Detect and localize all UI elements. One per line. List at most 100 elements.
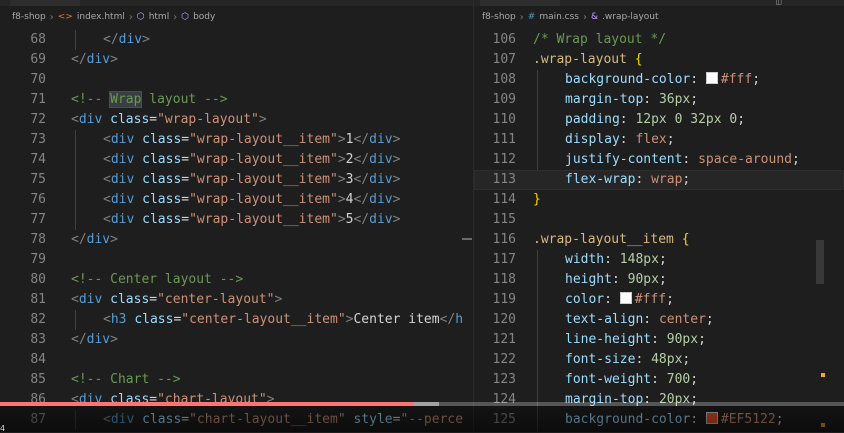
- line-number: 121: [492, 332, 516, 347]
- line-number: 79: [30, 252, 46, 267]
- code-token: :: [643, 312, 659, 327]
- code-token: div: [110, 132, 135, 147]
- code-line[interactable]: 107 .wrap-layout {: [474, 50, 844, 70]
- code-token: width: [565, 252, 605, 267]
- code-line[interactable]: 68 </div>: [0, 30, 473, 50]
- code-token: :: [635, 172, 652, 187]
- code-line[interactable]: 84: [0, 350, 473, 370]
- code-token: >: [337, 132, 346, 147]
- code-line[interactable]: 71 <!-- Wrap layout -->: [0, 90, 473, 110]
- code-line[interactable]: 114}: [474, 190, 844, 210]
- code-text: </div>: [71, 30, 150, 50]
- code-line[interactable]: 115: [474, 210, 844, 230]
- code-token: >: [392, 152, 401, 167]
- code-line[interactable]: 106 /* Wrap layout */: [474, 30, 844, 50]
- code-line[interactable]: 82 <h3 class="center-layout__item">Center…: [0, 310, 473, 330]
- code-line[interactable]: 113 flex-wrap: wrap;: [474, 170, 844, 190]
- line-number: 113: [492, 172, 516, 187]
- code-line[interactable]: 69 </div>: [0, 50, 473, 70]
- html-file-icon: <>: [57, 12, 73, 22]
- editor-pane-main-css[interactable]: ◫ f8-shop › # main.css › & .wrap-layout …: [474, 0, 844, 432]
- breadcrumb-selector[interactable]: .wrap-layout: [602, 12, 658, 22]
- code-token: line-height: [565, 332, 652, 347]
- element-symbol-icon: ⬡: [181, 12, 190, 22]
- code-token: {: [634, 52, 643, 67]
- code-token: <!-- Center layout -->: [71, 272, 244, 287]
- code-line[interactable]: 75 <div class="wrap-layout__item">3</div>: [0, 170, 473, 190]
- code-token: }: [533, 192, 541, 207]
- code-token: div: [86, 232, 111, 247]
- breadcrumb-folder[interactable]: f8-shop: [482, 12, 516, 22]
- code-line[interactable]: 76 <div class="wrap-layout__item">4</div>: [0, 190, 473, 210]
- code-line[interactable]: 109 margin-top: 36px;: [474, 90, 844, 110]
- code-line[interactable]: 78 </div>: [0, 230, 473, 250]
- code-line[interactable]: 73 <div class="wrap-layout__item">1</div>: [0, 130, 473, 150]
- line-number: 84: [30, 352, 46, 367]
- scroll-marker: [821, 373, 825, 377]
- code-line[interactable]: 117 width: 148px;: [474, 250, 844, 270]
- code-token: 700: [666, 372, 691, 387]
- code-line[interactable]: 72 <div class="wrap-layout">: [0, 110, 473, 130]
- code-line[interactable]: 123 font-weight: 700;: [474, 370, 844, 390]
- code-token: div: [78, 112, 103, 127]
- code-line[interactable]: 77 <div class="wrap-layout__item">5</div>: [0, 210, 473, 230]
- code-token: "center-layout": [157, 292, 275, 307]
- code-token: h: [455, 312, 464, 327]
- chevron-right-icon: ›: [583, 11, 587, 23]
- code-token: ;: [666, 292, 674, 307]
- code-line[interactable]: 111 display: flex;: [474, 130, 844, 150]
- code-line[interactable]: 122 font-size: 48px;: [474, 350, 844, 370]
- editor-pane-index-html[interactable]: f8-shop › <> index.html › ⬡ html › ⬡ bod…: [0, 0, 473, 432]
- breadcrumb-folder[interactable]: f8-shop: [12, 12, 46, 22]
- code-line[interactable]: 121 line-height: 90px;: [474, 330, 844, 350]
- breadcrumb-file[interactable]: main.css: [539, 12, 579, 22]
- code-token: "wrap-layout__item": [189, 192, 338, 207]
- code-token: div: [86, 332, 111, 347]
- color-swatch-icon[interactable]: [705, 72, 718, 84]
- code-line[interactable]: 81 <div class="center-layout">: [0, 290, 473, 310]
- code-token: >: [392, 132, 401, 147]
- code-line[interactable]: 116 .wrap-layout__item {: [474, 230, 844, 250]
- code-token: <!--: [71, 92, 111, 107]
- code-line[interactable]: 120 text-align: center;: [474, 310, 844, 330]
- code-token: justify-content: [565, 152, 683, 167]
- code-line[interactable]: 118 height: 90px;: [474, 270, 844, 290]
- code-token: div: [86, 52, 111, 67]
- line-number: 115: [492, 212, 516, 227]
- code-line[interactable]: 110 padding: 12px 0 32px 0;: [474, 110, 844, 130]
- color-swatch-icon[interactable]: [619, 292, 632, 304]
- code-token: div: [369, 192, 393, 207]
- code-token: :: [690, 72, 706, 87]
- line-number: 116: [492, 232, 516, 247]
- line-number: 68: [30, 32, 46, 47]
- chevron-right-icon: ›: [173, 11, 178, 23]
- scrollbar-thumb[interactable]: [816, 240, 824, 284]
- code-line[interactable]: 80 <!-- Center layout -->: [0, 270, 473, 290]
- line-number: 106: [492, 32, 516, 47]
- code-line[interactable]: 85 <!-- Chart -->: [0, 370, 473, 390]
- code-line[interactable]: 119 color: #fff;: [474, 290, 844, 310]
- code-line[interactable]: 108 background-color: #fff;: [474, 70, 844, 90]
- code-token: </: [71, 232, 87, 247]
- line-number: 122: [492, 352, 516, 367]
- code-line[interactable]: 70: [0, 70, 473, 90]
- code-token: div: [118, 32, 143, 47]
- breadcrumb-html[interactable]: html: [149, 12, 170, 22]
- code-token: display: [565, 132, 620, 147]
- code-token: </: [71, 332, 87, 347]
- code-line[interactable]: 112 justify-content: space-around;: [474, 150, 844, 170]
- code-token: </: [353, 152, 370, 167]
- breadcrumb-body[interactable]: body: [193, 12, 215, 22]
- code-token: >: [392, 192, 401, 207]
- code-line[interactable]: 74 <div class="wrap-layout__item">2</div>: [0, 150, 473, 170]
- code-token: >: [392, 172, 401, 187]
- code-text: flex-wrap: wrap;: [533, 170, 690, 190]
- breadcrumb-file[interactable]: index.html: [77, 12, 125, 22]
- code-line[interactable]: 83 </div>: [0, 330, 473, 350]
- code-text: <!-- Wrap layout -->: [71, 90, 228, 110]
- video-progress-bar[interactable]: [0, 402, 844, 406]
- line-number: 74: [30, 152, 46, 167]
- code-line[interactable]: 79: [0, 250, 473, 270]
